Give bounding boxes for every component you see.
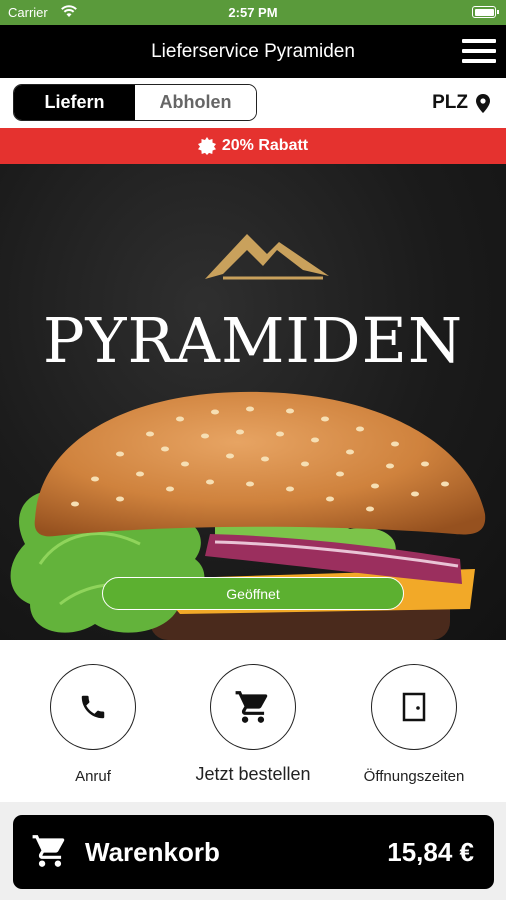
mode-bar: Liefern Abholen PLZ [0, 78, 506, 128]
tab-abholen[interactable]: Abholen [135, 85, 256, 120]
order-now-action[interactable]: Jetzt bestellen [178, 664, 328, 785]
phone-icon [81, 695, 105, 719]
call-action[interactable]: Anruf [18, 664, 168, 785]
cart-bar: Warenkorb 15,84 € [0, 802, 506, 900]
plz-label: PLZ [432, 92, 468, 113]
opening-hours-button[interactable] [371, 664, 457, 750]
discount-badge-icon [197, 137, 216, 155]
door-icon [402, 692, 426, 722]
status-bar: Carrier 2:57 PM [0, 0, 506, 25]
open-status-button[interactable]: Geöffnet [102, 577, 404, 610]
location-pin-icon [476, 93, 490, 113]
call-label: Anruf [75, 768, 111, 785]
cart-total: 15,84 € [387, 837, 474, 867]
pyramid-logo-icon [205, 234, 329, 280]
shopping-cart-icon [32, 835, 65, 867]
opening-hours-label: Öffnungszeiten [363, 768, 465, 785]
tab-liefern[interactable]: Liefern [14, 85, 135, 120]
delivery-mode-toggle: Liefern Abholen [13, 84, 257, 121]
battery-icon [472, 6, 499, 18]
plz-selector[interactable]: PLZ [432, 92, 490, 114]
cart-icon [235, 691, 268, 723]
cart-button[interactable]: Warenkorb 15,84 € [13, 815, 494, 889]
page-title: Lieferservice Pyramiden [151, 41, 355, 62]
cart-label: Warenkorb [85, 837, 220, 867]
discount-text: 20% Rabatt [221, 137, 309, 154]
clock: 2:57 PM [228, 5, 278, 20]
action-bar: Anruf Jetzt bestellen Öffnungszeiten [0, 640, 506, 802]
order-now-button[interactable] [210, 664, 296, 750]
opening-hours-action[interactable]: Öffnungszeiten [339, 664, 489, 785]
header-bar: Lieferservice Pyramiden [0, 25, 506, 78]
brand-logo-text: PYRAMIDEN [42, 304, 464, 377]
discount-banner[interactable]: 20% Rabatt [0, 128, 506, 164]
hero-image: PYRAMIDEN Geöffnet [0, 164, 506, 640]
call-button[interactable] [50, 664, 136, 750]
order-now-label: Jetzt bestellen [195, 764, 311, 784]
hamburger-menu-icon[interactable] [462, 38, 496, 64]
